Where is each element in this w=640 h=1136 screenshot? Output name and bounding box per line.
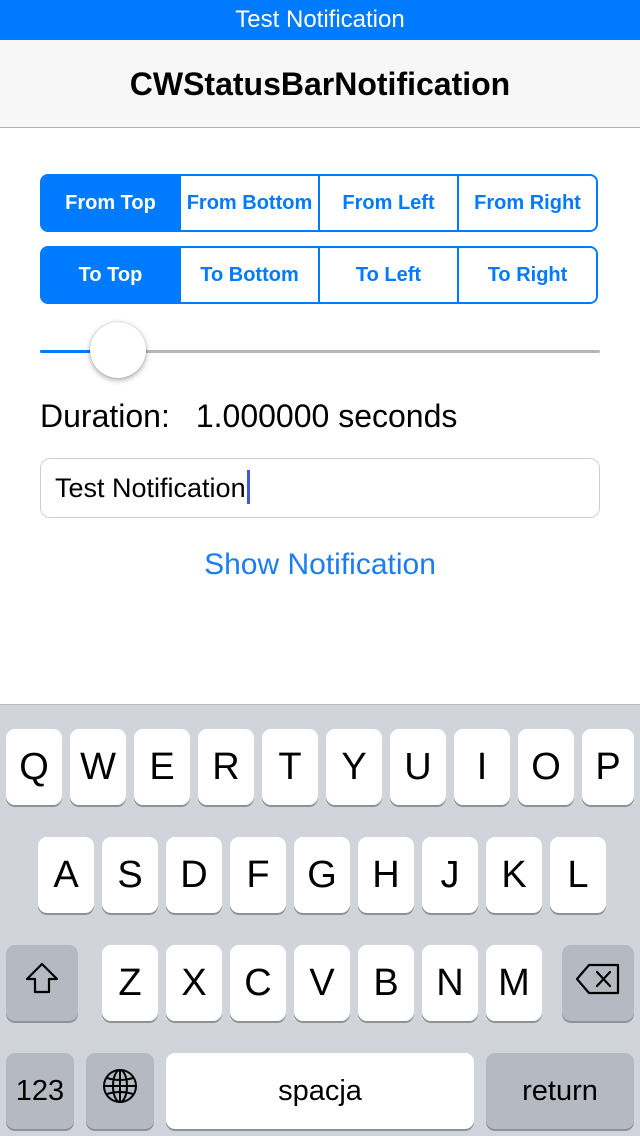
space-key[interactable]: spacja [166,1053,474,1129]
duration-label: Duration: [40,398,170,434]
key-z[interactable]: Z [102,945,158,1021]
numbers-key[interactable]: 123 [6,1053,74,1129]
key-f[interactable]: F [230,837,286,913]
key-u[interactable]: U [390,729,446,805]
text-field-value: Test Notification [55,473,246,503]
globe-key[interactable] [86,1053,154,1129]
key-h[interactable]: H [358,837,414,913]
slider-thumb[interactable] [90,322,146,378]
delete-key[interactable] [562,945,634,1021]
key-g[interactable]: G [294,837,350,913]
return-key[interactable]: return [486,1053,634,1129]
key-w[interactable]: W [70,729,126,805]
keyboard: Q W E R T Y U I O P A S D F G H J K L Z … [0,704,640,1136]
key-q[interactable]: Q [6,729,62,805]
globe-icon [101,1067,139,1115]
key-x[interactable]: X [166,945,222,1021]
key-v[interactable]: V [294,945,350,1021]
duration-slider[interactable] [40,322,600,380]
segment-from-right[interactable]: From Right [457,176,596,230]
segment-to-top[interactable]: To Top [42,248,179,302]
segment-from-left[interactable]: From Left [318,176,457,230]
shift-key[interactable] [6,945,78,1021]
key-s[interactable]: S [102,837,158,913]
key-y[interactable]: Y [326,729,382,805]
segment-to-right[interactable]: To Right [457,248,596,302]
status-bar-notification: Test Notification [0,0,640,40]
key-p[interactable]: P [582,729,634,805]
navigation-bar: CWStatusBarNotification [0,40,640,128]
segment-from-top[interactable]: From Top [42,176,179,230]
to-direction-segmented-control: To Top To Bottom To Left To Right [40,246,598,304]
key-i[interactable]: I [454,729,510,805]
show-notification-button[interactable]: Show Notification [0,548,640,582]
key-d[interactable]: D [166,837,222,913]
delete-icon [575,962,621,1005]
key-j[interactable]: J [422,837,478,913]
key-t[interactable]: T [262,729,318,805]
key-l[interactable]: L [550,837,606,913]
text-cursor [246,470,250,504]
shift-icon [24,961,60,1005]
key-e[interactable]: E [134,729,190,805]
key-b[interactable]: B [358,945,414,1021]
segment-from-bottom[interactable]: From Bottom [179,176,318,230]
key-k[interactable]: K [486,837,542,913]
from-direction-segmented-control: From Top From Bottom From Left From Righ… [40,174,598,232]
segment-to-left[interactable]: To Left [318,248,457,302]
key-n[interactable]: N [422,945,478,1021]
duration-readout: Duration: 1.000000 seconds [40,398,457,435]
key-m[interactable]: M [486,945,542,1021]
notification-text-field[interactable]: Test Notification [40,458,600,518]
key-c[interactable]: C [230,945,286,1021]
duration-value: 1.000000 seconds [195,398,458,434]
key-a[interactable]: A [38,837,94,913]
key-r[interactable]: R [198,729,254,805]
segment-to-bottom[interactable]: To Bottom [179,248,318,302]
key-o[interactable]: O [518,729,574,805]
page-title: CWStatusBarNotification [129,66,511,102]
